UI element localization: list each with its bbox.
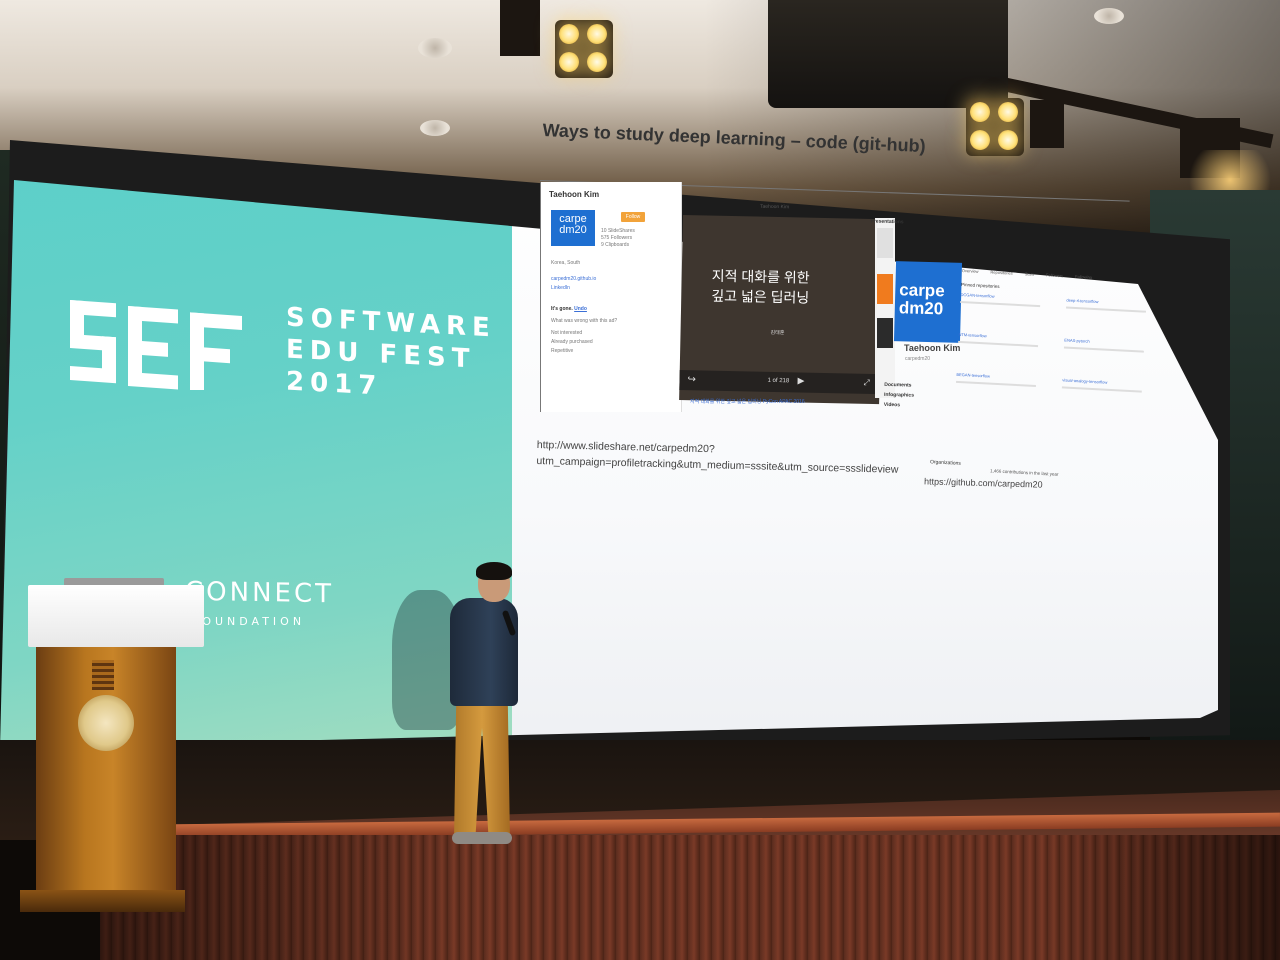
stage-spotlight: [555, 20, 613, 78]
ceiling-vent: [1094, 8, 1124, 24]
presenter-hair: [476, 562, 512, 580]
sidebar-label: Presentations: [870, 218, 904, 226]
tab-overview[interactable]: Overview: [962, 268, 979, 274]
ceiling-speaker: [768, 0, 1008, 108]
tab-repositories[interactable]: Repositories: [990, 270, 1012, 276]
slide-author: 김태훈: [770, 329, 785, 337]
lectern-panel: [92, 660, 114, 690]
repo-name: visual-analogy-tensorflow: [1062, 377, 1108, 385]
sponsor-sub: FOUNDATION: [192, 615, 306, 628]
github-avatar: carpe dm20: [893, 261, 963, 343]
share-icon[interactable]: ↪: [687, 374, 696, 385]
next-slide-icon[interactable]: ▶: [797, 375, 804, 386]
pinned-repo[interactable]: DCGAN-tensorflow: [959, 292, 1050, 327]
ad-question: What was wrong with this ad?: [551, 318, 618, 324]
pinned-repo[interactable]: BEGAN-tensorflow: [955, 372, 1046, 407]
profile-site-link[interactable]: carpedm20.github.io: [551, 276, 596, 282]
sponsor-name: CONNECT: [185, 576, 334, 610]
pinned-repo[interactable]: deep-rl-tensorflow: [1065, 298, 1156, 333]
pinned-heading: Pinned repositories: [961, 281, 1000, 289]
slideshare-profile-card: Taehoon Kim carpe dm20 Follow 10 SlideSh…: [540, 182, 682, 412]
repo-name: deep-rl-tensorflow: [1066, 297, 1099, 305]
slideshow-viewer[interactable]: 지적 대화를 위한 깊고 넓은 딥러닝 김태훈 ↪ 1 of 218 ▶ ⤢: [679, 215, 883, 405]
github-name: Taehoon Kim: [904, 343, 961, 353]
stage-skirt: [100, 835, 1280, 960]
viewer-controls: ↪ 1 of 218 ▶ ⤢: [679, 369, 880, 395]
lectern-top: [28, 585, 204, 647]
pinned-repo[interactable]: NTM-tensorflow: [957, 332, 1048, 367]
lectern-base: [20, 890, 185, 912]
repo-name: DCGAN-tensorflow: [960, 291, 995, 299]
avatar: carpe dm20: [551, 210, 595, 246]
ad-option[interactable]: Repetitive: [551, 348, 573, 354]
slide-preview-line: 깊고 넓은 딥러닝: [711, 287, 810, 306]
pinned-repo[interactable]: ENAS-pytorch: [1063, 337, 1154, 372]
video-caption-link[interactable]: 지적 대화를 위한 깊고 넓은 딥러닝 PyCon APAC 2016: [690, 398, 805, 405]
sef-logo: [70, 300, 242, 390]
github-profile-panel: Overview Repositories Stars Followers Fo…: [951, 268, 1171, 484]
profile-stat: 9 Clipboards: [601, 242, 630, 248]
ceiling-vent: [418, 38, 452, 58]
festival-name: SOFTWARE EDU FEST 2017: [286, 302, 496, 409]
tab-followers[interactable]: Followers: [1046, 272, 1063, 278]
repo-name: BEGAN-tensorflow: [956, 371, 991, 379]
presenter-legs: [454, 700, 510, 840]
slide-preview-text: 지적 대화를 위한 깊고 넓은 딥러닝: [711, 266, 810, 308]
profile-stat: 575 Followers: [601, 235, 633, 241]
ceiling-vent: [420, 120, 450, 136]
profile-linkedin-link[interactable]: LinkedIn: [551, 285, 570, 291]
related-sidebar: [875, 218, 895, 398]
profile-name: Taehoon Kim: [549, 190, 600, 199]
slide-preview-line: 지적 대화를 위한: [711, 267, 810, 286]
repo-name: NTM-tensorflow: [958, 331, 987, 339]
lectern-emblem: [78, 695, 134, 751]
tab-stars[interactable]: Stars: [1025, 271, 1035, 276]
ad-gone-label: It's gone.: [551, 306, 573, 312]
page-indicator: 1 of 218: [767, 377, 790, 385]
ad-gone-text: It's gone. Undo: [551, 306, 587, 312]
profile-location: Korea, South: [551, 260, 581, 266]
presenter: [440, 560, 530, 860]
sidebar-labels: Presentations Documents Infographics Vid…: [866, 218, 915, 410]
github-handle: carpedm20: [905, 356, 931, 362]
undo-link[interactable]: Undo: [574, 306, 587, 312]
follow-button[interactable]: Follow: [621, 212, 645, 222]
video-header: Taehoon Kim: [759, 203, 790, 211]
light-truss: [500, 0, 540, 56]
tab-following[interactable]: Following: [1075, 274, 1092, 280]
repo-name: ENAS-pytorch: [1064, 337, 1090, 344]
presenter-shoes: [452, 832, 512, 844]
ad-option[interactable]: Already purchased: [551, 339, 593, 345]
sidebar-label: Videos: [883, 401, 901, 409]
pinned-repo[interactable]: visual-analogy-tensorflow: [1061, 377, 1152, 412]
profile-stat: 10 SlideShares: [601, 228, 635, 234]
ad-option[interactable]: Not interested: [551, 330, 582, 336]
